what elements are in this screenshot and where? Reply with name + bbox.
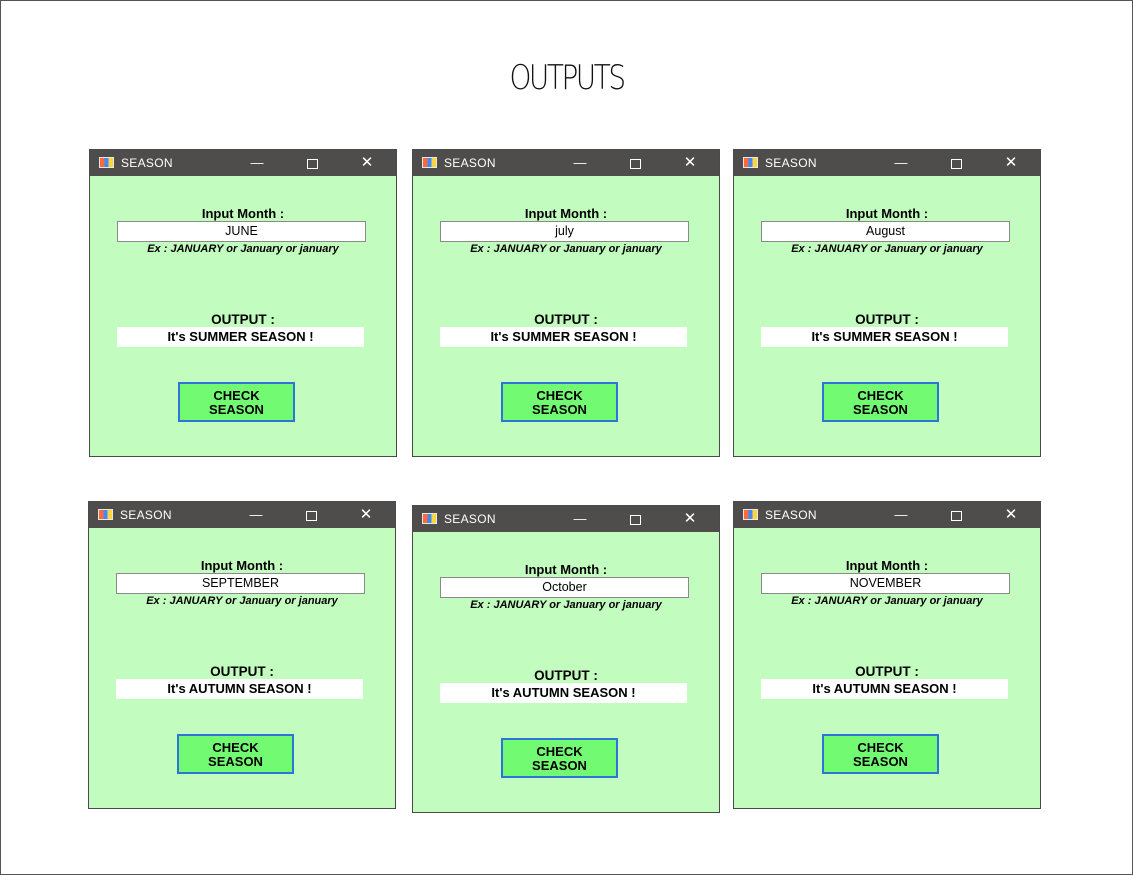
minimize-icon[interactable]: — xyxy=(241,502,271,528)
minimize-icon[interactable]: — xyxy=(886,150,916,176)
format-hint: Ex : JANUARY or January or january xyxy=(791,243,983,255)
season-window: SEASON — ✕ Input Month : july Ex : JANUA… xyxy=(412,149,720,457)
month-input[interactable]: SEPTEMBER xyxy=(116,573,365,594)
window-title: SEASON xyxy=(765,156,817,170)
window-title: SEASON xyxy=(765,508,817,522)
season-output: It's SUMMER SEASON ! xyxy=(761,327,1008,347)
maximize-icon[interactable] xyxy=(620,506,650,532)
window-titlebar[interactable]: SEASON — ✕ xyxy=(734,150,1040,176)
minimize-icon[interactable]: — xyxy=(565,506,595,532)
season-output: It's SUMMER SEASON ! xyxy=(440,327,687,347)
season-window: SEASON — ✕ Input Month : August Ex : JAN… xyxy=(733,149,1041,457)
check-season-button-line1: CHECK xyxy=(857,388,904,403)
format-hint: Ex : JANUARY or January or january xyxy=(147,243,339,255)
close-icon[interactable]: ✕ xyxy=(351,502,381,528)
maximize-icon[interactable] xyxy=(296,502,326,528)
app-icon xyxy=(99,157,114,168)
app-icon xyxy=(422,157,437,168)
format-hint: Ex : JANUARY or January or january xyxy=(791,595,983,607)
window-title: SEASON xyxy=(121,156,173,170)
input-month-label: Input Month : xyxy=(524,206,608,221)
window-titlebar[interactable]: SEASON — ✕ xyxy=(90,150,396,176)
window-titlebar[interactable]: SEASON — ✕ xyxy=(413,150,719,176)
month-input[interactable]: October xyxy=(440,577,689,598)
format-hint: Ex : JANUARY or January or january xyxy=(146,595,338,607)
input-month-label: Input Month : xyxy=(845,206,929,221)
month-input[interactable]: NOVEMBER xyxy=(761,573,1010,594)
check-season-button[interactable]: CHECK SEASON xyxy=(822,382,939,422)
close-icon[interactable]: ✕ xyxy=(675,150,705,176)
output-label: OUTPUT : xyxy=(855,312,919,327)
output-label: OUTPUT : xyxy=(855,664,919,679)
season-window: SEASON — ✕ Input Month : JUNE Ex : JANUA… xyxy=(89,149,397,457)
check-season-button[interactable]: CHECK SEASON xyxy=(501,738,618,778)
app-icon xyxy=(422,513,437,524)
maximize-icon[interactable] xyxy=(941,150,971,176)
check-season-button-line1: CHECK xyxy=(213,388,260,403)
window-titlebar[interactable]: SEASON — ✕ xyxy=(734,502,1040,528)
month-input[interactable]: JUNE xyxy=(117,221,366,242)
page-title: OUTPUTS xyxy=(509,58,626,98)
input-month-label: Input Month : xyxy=(845,558,929,573)
check-season-button-line2: SEASON xyxy=(532,758,587,773)
minimize-icon[interactable]: — xyxy=(242,150,272,176)
close-icon[interactable]: ✕ xyxy=(996,150,1026,176)
app-icon xyxy=(743,157,758,168)
maximize-icon[interactable] xyxy=(941,502,971,528)
month-input[interactable]: August xyxy=(761,221,1010,242)
season-output: It's AUTUMN SEASON ! xyxy=(116,679,363,699)
season-output: It's AUTUMN SEASON ! xyxy=(761,679,1008,699)
season-window: SEASON — ✕ Input Month : October Ex : JA… xyxy=(412,505,720,813)
output-label: OUTPUT : xyxy=(534,312,598,327)
check-season-button-line2: SEASON xyxy=(532,402,587,417)
input-month-label: Input Month : xyxy=(200,558,284,573)
check-season-button-line1: CHECK xyxy=(212,740,259,755)
output-label: OUTPUT : xyxy=(534,668,598,683)
close-icon[interactable]: ✕ xyxy=(352,150,382,176)
input-month-label: Input Month : xyxy=(201,206,285,221)
close-icon[interactable]: ✕ xyxy=(675,506,705,532)
maximize-icon[interactable] xyxy=(297,150,327,176)
season-output: It's AUTUMN SEASON ! xyxy=(440,683,687,703)
check-season-button[interactable]: CHECK SEASON xyxy=(501,382,618,422)
season-window: SEASON — ✕ Input Month : NOVEMBER Ex : J… xyxy=(733,501,1041,809)
close-icon[interactable]: ✕ xyxy=(996,502,1026,528)
check-season-button[interactable]: CHECK SEASON xyxy=(178,382,295,422)
maximize-icon[interactable] xyxy=(620,150,650,176)
window-titlebar[interactable]: SEASON — ✕ xyxy=(413,506,719,532)
output-label: OUTPUT : xyxy=(210,664,274,679)
check-season-button-line1: CHECK xyxy=(536,744,583,759)
check-season-button-line2: SEASON xyxy=(853,402,908,417)
check-season-button-line2: SEASON xyxy=(208,754,263,769)
format-hint: Ex : JANUARY or January or january xyxy=(470,599,662,611)
season-output: It's SUMMER SEASON ! xyxy=(117,327,364,347)
check-season-button[interactable]: CHECK SEASON xyxy=(177,734,294,774)
window-title: SEASON xyxy=(444,156,496,170)
month-input[interactable]: july xyxy=(440,221,689,242)
check-season-button-line1: CHECK xyxy=(536,388,583,403)
check-season-button-line2: SEASON xyxy=(209,402,264,417)
check-season-button[interactable]: CHECK SEASON xyxy=(822,734,939,774)
check-season-button-line1: CHECK xyxy=(857,740,904,755)
input-month-label: Input Month : xyxy=(524,562,608,577)
app-icon xyxy=(743,509,758,520)
window-title: SEASON xyxy=(120,508,172,522)
app-icon xyxy=(98,509,113,520)
minimize-icon[interactable]: — xyxy=(886,502,916,528)
output-label: OUTPUT : xyxy=(211,312,275,327)
check-season-button-line2: SEASON xyxy=(853,754,908,769)
window-titlebar[interactable]: SEASON — ✕ xyxy=(89,502,395,528)
minimize-icon[interactable]: — xyxy=(565,150,595,176)
season-window: SEASON — ✕ Input Month : SEPTEMBER Ex : … xyxy=(88,501,396,809)
format-hint: Ex : JANUARY or January or january xyxy=(470,243,662,255)
window-title: SEASON xyxy=(444,512,496,526)
